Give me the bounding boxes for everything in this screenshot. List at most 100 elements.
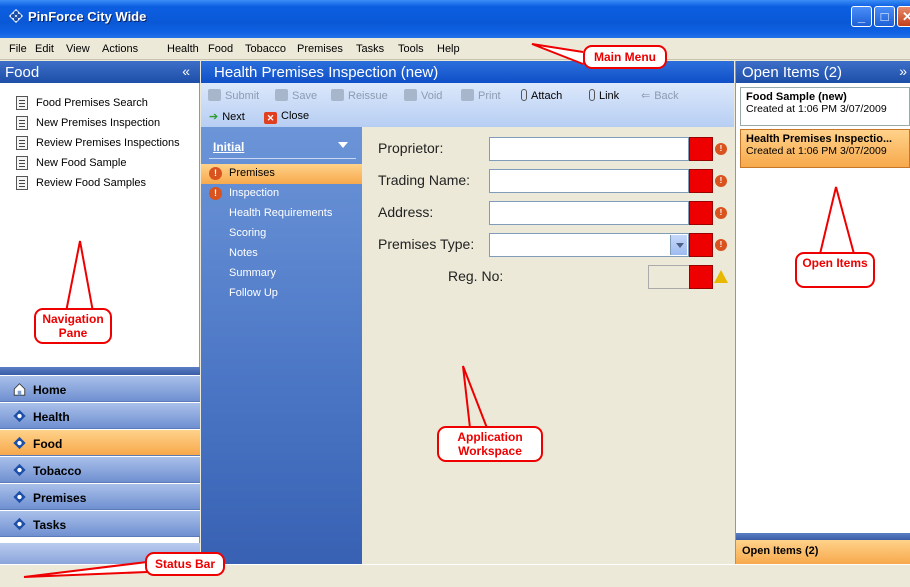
menu-file[interactable]: File [9,43,27,55]
nav-link-food-premises-search[interactable]: Food Premises Search [16,96,148,110]
close-window-button[interactable]: ✕ [897,6,910,27]
home-icon [13,383,26,396]
step-premises[interactable]: ! Premises [201,164,362,184]
nav-pane-header: Food « [0,61,200,83]
callout-open-items: Open Items [795,252,875,288]
check-icon [208,89,221,101]
nav-button-tobacco[interactable]: Tobacco [0,456,200,483]
pinforce-icon [13,409,26,423]
menu-tools[interactable]: Tools [398,43,424,55]
reissue-icon [331,89,344,101]
step-inspection[interactable]: ! Inspection [201,184,362,204]
required-indicator [689,233,713,257]
step-notes[interactable]: Notes [201,244,362,264]
nav-link-review-food-samples[interactable]: Review Food Samples [16,176,146,190]
search-document-icon [16,96,28,110]
menu-food[interactable]: Food [208,43,233,55]
error-icon: ! [209,187,222,200]
address-input[interactable] [489,201,689,225]
close-button[interactable]: ✕ Close [264,110,309,124]
reg-no-input[interactable] [648,265,690,289]
maximize-button[interactable]: □ [874,6,895,27]
trading-name-input[interactable] [489,169,689,193]
print-button[interactable]: Print [461,89,501,102]
nav-link-review-premises-inspections[interactable]: Review Premises Inspections [16,136,180,150]
address-label: Address: [378,204,434,220]
reissue-button[interactable]: Reissue [331,89,388,102]
expand-right-icon[interactable]: » [899,63,907,79]
minimize-button[interactable]: _ [851,6,872,27]
document-icon [16,156,28,170]
back-button[interactable]: ⇐ Back [641,89,679,102]
save-button[interactable]: Save [275,89,317,102]
menu-health[interactable]: Health [167,43,199,55]
application-workspace: Health Premises Inspection (new) Submit … [201,61,734,564]
nav-button-health[interactable]: Health [0,402,200,429]
pinforce-icon [13,436,26,450]
menu-actions[interactable]: Actions [102,43,138,55]
menu-premises[interactable]: Premises [297,43,343,55]
callout-application-workspace: Application Workspace [437,426,543,462]
menu-edit[interactable]: Edit [35,43,54,55]
link-button[interactable]: Link [589,89,619,102]
collapse-left-icon[interactable]: « [182,63,190,79]
warning-icon [714,270,728,283]
reg-no-label: Reg. No: [448,268,504,284]
back-arrow-icon: ⇐ [641,90,651,102]
step-follow-up[interactable]: Follow Up [201,284,362,304]
premises-type-select[interactable] [489,233,689,257]
minimize-icon: _ [857,9,866,24]
step-health-requirements[interactable]: Health Requirements [201,204,362,224]
menu-help[interactable]: Help [437,43,460,55]
void-button[interactable]: Void [404,89,442,102]
callout-status-bar: Status Bar [145,552,225,576]
menu-tobacco[interactable]: Tobacco [245,43,286,55]
close-icon: ✕ [902,9,910,24]
print-icon [461,89,474,101]
submit-button[interactable]: Submit [208,89,259,102]
open-items-title: Open Items (2) [742,64,843,81]
pinforce-icon [13,490,26,504]
trading-name-label: Trading Name: [378,172,471,188]
pinforce-logo-icon [9,9,23,23]
nav-button-tasks[interactable]: Tasks [0,510,200,537]
divider [209,158,356,159]
title-bar[interactable]: PinForce City Wide _ □ ✕ [0,0,910,38]
pinforce-icon [13,517,26,531]
error-icon: ! [715,143,727,155]
attach-button[interactable]: Attach [521,89,562,102]
steps-pane: Initial ! Premises ! Inspection Health Req… [201,127,362,564]
void-icon [404,89,417,101]
chevron-down-icon[interactable] [670,235,687,255]
nav-link-new-food-sample[interactable]: New Food Sample [16,156,127,170]
open-item-health-premises-inspection[interactable]: Health Premises Inspectio... Created at 1… [740,129,910,168]
nav-button-home[interactable]: Home [0,375,200,402]
step-scoring[interactable]: Scoring [201,224,362,244]
document-icon [16,116,28,130]
step-summary[interactable]: Summary [201,264,362,284]
steps-header[interactable]: Initial [213,140,244,154]
next-button[interactable]: ➔ Next [209,110,245,123]
nav-button-premises[interactable]: Premises [0,483,200,510]
error-icon: ! [715,239,727,251]
nav-pane-splitter[interactable] [0,367,200,375]
save-icon [275,89,288,101]
required-indicator [689,137,713,161]
premises-type-label: Premises Type: [378,236,475,252]
nav-link-new-premises-inspection[interactable]: New Premises Inspection [16,116,160,130]
error-icon: ! [715,175,727,187]
proprietor-input[interactable] [489,137,689,161]
menu-tasks[interactable]: Tasks [356,43,384,55]
status-bar [0,564,910,587]
open-items-splitter[interactable] [736,533,910,540]
proprietor-label: Proprietor: [378,140,444,156]
nav-button-food[interactable]: Food [0,429,200,456]
required-indicator [689,265,713,289]
error-icon: ! [209,167,222,180]
callout-main-menu: Main Menu [583,45,667,69]
open-item-food-sample[interactable]: Food Sample (new) Created at 1:06 PM 3/07… [740,87,910,126]
open-items-pane: Open Items (2) » Food Sample (new) Create… [735,61,910,564]
dropdown-arrow-icon[interactable] [338,142,348,148]
open-items-footer[interactable]: Open Items (2) [736,540,910,564]
menu-view[interactable]: View [66,43,90,55]
